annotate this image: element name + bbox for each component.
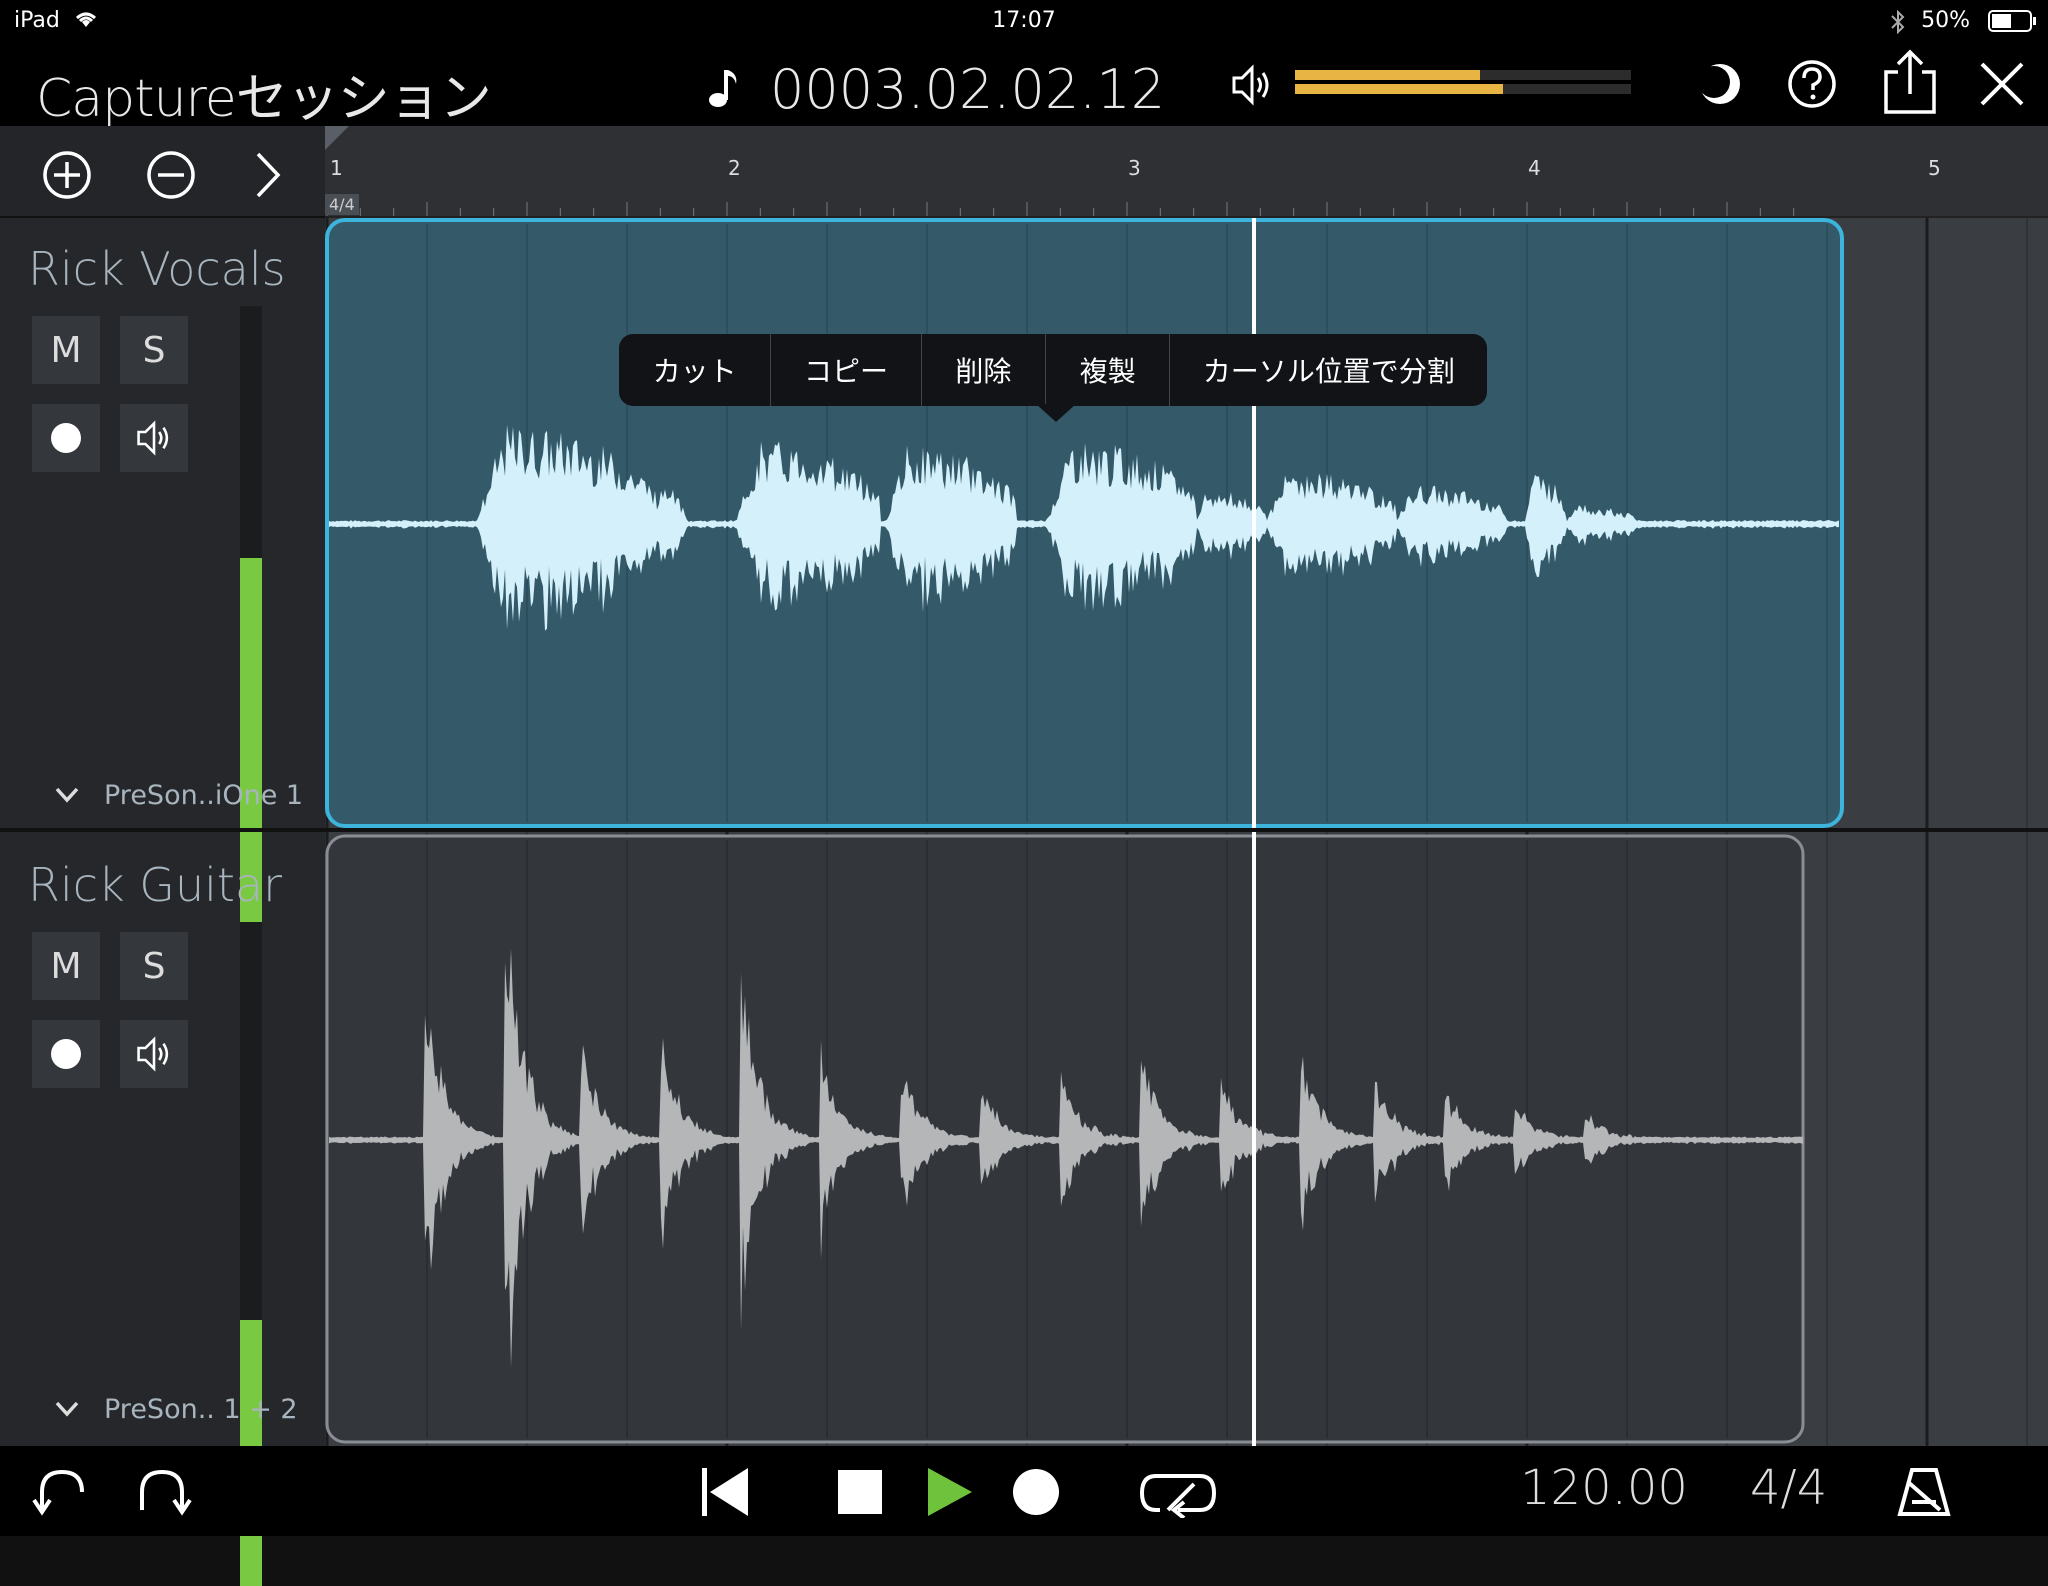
record-arm-button-vocals[interactable] [32,404,100,472]
meter-left [1295,70,1631,80]
track-toolbar [0,126,325,218]
add-track-icon[interactable] [40,148,94,202]
monitor-button-vocals[interactable] [120,404,188,472]
rewind-icon[interactable] [696,1462,756,1522]
metronome-note-icon[interactable] [706,66,740,110]
metronome-icon[interactable] [1894,1462,1954,1522]
battery-icon [1988,10,2036,32]
ruler-bar-2: 2 [728,156,741,180]
master-volume-meter[interactable] [1295,70,1631,94]
menu-item-duplicate[interactable]: 複製 [1046,334,1171,406]
track-name-vocals[interactable]: Rick Vocals [28,242,286,296]
battery-percent: 50% [1921,8,1970,33]
input-selector-vocals[interactable]: PreSon..iOne 1 [104,780,303,811]
track-name-guitar[interactable]: Rick Guitar [28,858,282,912]
bluetooth-icon [1891,10,1905,34]
record-icon[interactable] [1006,1462,1066,1522]
timeline-ruler[interactable]: 1 2 3 4 5 4/4 [325,126,2048,218]
monitor-speaker-icon [137,420,169,456]
help-icon[interactable] [1782,54,1842,114]
chevron-down-icon[interactable] [54,786,80,804]
mute-button-vocals[interactable]: M [32,316,100,384]
menu-item-cut[interactable]: カット [619,334,772,406]
clip-context-menu: カット コピー 削除 複製 カーソル位置で分割 [619,334,1487,406]
close-icon[interactable] [1972,54,2032,114]
redo-icon[interactable] [132,1462,192,1522]
ruler-bar-5: 5 [1928,156,1941,180]
remove-track-icon[interactable] [144,148,198,202]
meter-left-fill [1295,70,1480,80]
loop-icon[interactable] [1138,1468,1218,1518]
ruler-bar-3: 3 [1128,156,1141,180]
app-header: Captureセッション 0003.02.02.12 [0,42,2048,129]
record-arm-icon [51,1039,81,1069]
menu-pointer-arrow [1036,404,1076,422]
record-arm-icon [51,423,81,453]
solo-button-vocals[interactable]: S [120,316,188,384]
track-list-panel: Rick Vocals M S PreSon..iOne 1 Rick Guit… [0,218,325,1586]
chevron-down-icon[interactable] [54,1400,80,1418]
ruler-bar-1: 1 [330,156,343,180]
time-signature-display[interactable]: 4/4 [1750,1460,1827,1516]
play-icon[interactable] [920,1462,980,1522]
menu-item-delete[interactable]: 削除 [922,334,1047,406]
tempo-display[interactable]: 120.00 [1520,1460,1688,1516]
session-title[interactable]: Captureセッション [36,56,492,131]
monitor-speaker-icon [137,1036,169,1072]
solo-button-guitar[interactable]: S [120,932,188,1000]
meter-right-fill [1295,84,1504,94]
time-signature-marker[interactable]: 4/4 [325,194,359,215]
menu-item-split-at-cursor[interactable]: カーソル位置で分割 [1170,334,1487,406]
menu-item-copy[interactable]: コピー [771,334,922,406]
undo-icon[interactable] [32,1462,92,1522]
meter-right [1295,84,1631,94]
ruler-bar-4: 4 [1528,156,1541,180]
speaker-icon[interactable] [1230,64,1274,106]
record-arm-button-guitar[interactable] [32,1020,100,1088]
clock: 17:07 [992,8,1056,33]
mute-button-guitar[interactable]: M [32,932,100,1000]
ruler-ticks [326,202,1795,216]
theme-icon[interactable] [1690,54,1750,114]
transport-bar: 120.00 4/4 [0,1446,2048,1536]
track-divider [0,828,2048,832]
input-selector-guitar[interactable]: PreSon.. 1 + 2 [104,1394,298,1425]
status-bar: iPad 17:07 50% [0,0,2048,42]
share-icon[interactable] [1878,48,1942,116]
stop-icon[interactable] [830,1462,890,1522]
monitor-button-guitar[interactable] [120,1020,188,1088]
expand-icon[interactable] [250,148,286,202]
timecode-display[interactable]: 0003.02.02.12 [770,58,1165,121]
loop-start-marker-icon[interactable] [325,126,349,150]
